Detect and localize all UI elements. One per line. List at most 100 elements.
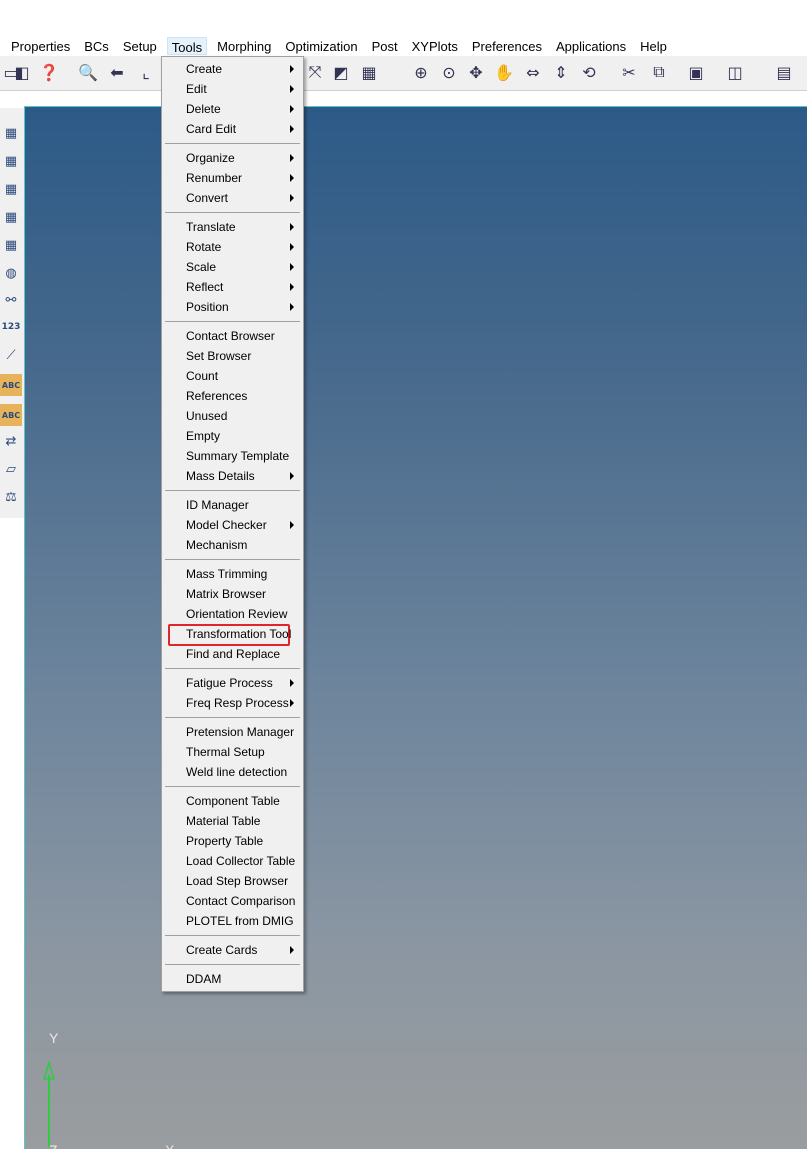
zoom-window-icon[interactable]: 🔍 bbox=[77, 61, 99, 83]
menu-tools[interactable]: Tools bbox=[166, 37, 208, 55]
mesh-sphere-icon[interactable]: ◍ bbox=[0, 262, 22, 284]
menu-item-position[interactable]: Position bbox=[163, 297, 302, 317]
menu-optimization[interactable]: Optimization bbox=[281, 37, 361, 55]
menu-item-label: Freq Resp Process bbox=[186, 696, 289, 710]
menu-item-mass-trimming[interactable]: Mass Trimming bbox=[163, 564, 302, 584]
menu-item-mass-details[interactable]: Mass Details bbox=[163, 466, 302, 486]
menu-separator bbox=[165, 490, 300, 491]
menu-item-organize[interactable]: Organize bbox=[163, 148, 302, 168]
menu-item-fatigue-process[interactable]: Fatigue Process bbox=[163, 673, 302, 693]
axis-icon[interactable]: ⌞ bbox=[135, 61, 157, 83]
menu-item-unused[interactable]: Unused bbox=[163, 406, 302, 426]
menu-item-card-edit[interactable]: Card Edit bbox=[163, 119, 302, 139]
menu-item-label: Weld line detection bbox=[186, 765, 288, 779]
menu-properties[interactable]: Properties bbox=[7, 37, 74, 55]
mesh-icon[interactable]: ▦ bbox=[0, 122, 22, 144]
zoom-in-icon[interactable]: ⊕ bbox=[410, 61, 432, 83]
hand-icon[interactable]: ✋ bbox=[493, 61, 515, 83]
menu-preferences[interactable]: Preferences bbox=[468, 37, 546, 55]
menu-item-matrix-browser[interactable]: Matrix Browser bbox=[163, 584, 302, 604]
menu-item-pretension-manager[interactable]: Pretension Manager bbox=[163, 722, 302, 742]
menu-item-create[interactable]: Create bbox=[163, 59, 302, 79]
menu-item-component-table[interactable]: Component Table bbox=[163, 791, 302, 811]
menu-item-material-table[interactable]: Material Table bbox=[163, 811, 302, 831]
menu-xyplots[interactable]: XYPlots bbox=[408, 37, 462, 55]
surface-icon[interactable]: ▱ bbox=[0, 458, 22, 480]
menu-item-property-table[interactable]: Property Table bbox=[163, 831, 302, 851]
menu-item-load-collector-table[interactable]: Load Collector Table bbox=[163, 851, 302, 871]
mesh-grid-icon[interactable]: ▦ bbox=[0, 206, 22, 228]
submenu-arrow-icon bbox=[290, 472, 294, 480]
menu-item-contact-comparison[interactable]: Contact Comparison bbox=[163, 891, 302, 911]
menu-item-create-cards[interactable]: Create Cards bbox=[163, 940, 302, 960]
menu-item-count[interactable]: Count bbox=[163, 366, 302, 386]
horizontal-arrows-icon[interactable]: ⇔ bbox=[522, 61, 544, 83]
measure-icon[interactable]: ⟋ bbox=[0, 344, 22, 366]
back-arrow-icon[interactable]: ⬅ bbox=[106, 61, 128, 83]
transform-icon[interactable]: ⇄ bbox=[0, 430, 22, 452]
mesh-edit-icon[interactable]: ▦ bbox=[0, 178, 22, 200]
submenu-arrow-icon bbox=[290, 174, 294, 182]
abc-edit-icon[interactable]: ABC bbox=[0, 404, 22, 426]
menu-item-weld-line-detection[interactable]: Weld line detection bbox=[163, 762, 302, 782]
menu-item-set-browser[interactable]: Set Browser bbox=[163, 346, 302, 366]
mesh-delete-icon[interactable]: ▦ bbox=[0, 150, 22, 172]
menu-item-label: Create Cards bbox=[186, 943, 258, 957]
menu-item-contact-browser[interactable]: Contact Browser bbox=[163, 326, 302, 346]
menu-item-transformation-tool[interactable]: Transformation Tool bbox=[163, 624, 302, 644]
menu-item-thermal-setup[interactable]: Thermal Setup bbox=[163, 742, 302, 762]
mass-icon[interactable]: ⚖ bbox=[0, 486, 22, 508]
zoom-fit-icon[interactable]: ⊙ bbox=[438, 61, 460, 83]
menu-help[interactable]: Help bbox=[636, 37, 671, 55]
menu-item-orientation-review[interactable]: Orientation Review bbox=[163, 604, 302, 624]
menu-item-summary-template[interactable]: Summary Template bbox=[163, 446, 302, 466]
menu-item-translate[interactable]: Translate bbox=[163, 217, 302, 237]
graphics-viewport[interactable]: Y Z X bbox=[24, 106, 807, 1149]
view-xyz-icon[interactable]: ⤧ bbox=[304, 61, 326, 83]
numbering-icon[interactable]: 123 bbox=[0, 316, 22, 338]
menu-bcs[interactable]: BCs bbox=[80, 37, 113, 55]
menu-item-reflect[interactable]: Reflect bbox=[163, 277, 302, 297]
vertical-arrows-icon[interactable]: ⇕ bbox=[550, 61, 572, 83]
menu-item-ddam[interactable]: DDAM bbox=[163, 969, 302, 989]
model-icon[interactable]: ▤ bbox=[773, 61, 795, 83]
menu-item-freq-resp-process[interactable]: Freq Resp Process bbox=[163, 693, 302, 713]
submenu-arrow-icon bbox=[290, 85, 294, 93]
menu-item-references[interactable]: References bbox=[163, 386, 302, 406]
menu-item-convert[interactable]: Convert bbox=[163, 188, 302, 208]
cut-icon[interactable]: ✂ bbox=[618, 61, 640, 83]
menu-item-load-step-browser[interactable]: Load Step Browser bbox=[163, 871, 302, 891]
menu-item-model-checker[interactable]: Model Checker bbox=[163, 515, 302, 535]
menu-item-edit[interactable]: Edit bbox=[163, 79, 302, 99]
menu-applications[interactable]: Applications bbox=[552, 37, 630, 55]
menu-item-label: Set Browser bbox=[186, 349, 252, 363]
menu-item-delete[interactable]: Delete bbox=[163, 99, 302, 119]
layout-icon[interactable]: ◧ bbox=[11, 61, 33, 83]
menu-item-find-and-replace[interactable]: Find and Replace bbox=[163, 644, 302, 664]
menu-post[interactable]: Post bbox=[368, 37, 402, 55]
menu-item-rotate[interactable]: Rotate bbox=[163, 237, 302, 257]
menu-item-label: Summary Template bbox=[186, 449, 290, 463]
menu-item-label: Organize bbox=[186, 151, 235, 165]
clipboard-icon[interactable]: ◫ bbox=[724, 61, 746, 83]
menu-item-empty[interactable]: Empty bbox=[163, 426, 302, 446]
display-icon[interactable]: ◩ bbox=[330, 61, 352, 83]
help-icon[interactable]: ❓ bbox=[38, 61, 60, 83]
visibility-icon[interactable]: ▦ bbox=[358, 61, 380, 83]
menu-item-renumber[interactable]: Renumber bbox=[163, 168, 302, 188]
pan-icon[interactable]: ✥ bbox=[465, 61, 487, 83]
menu-item-label: Pretension Manager bbox=[186, 725, 295, 739]
submenu-arrow-icon bbox=[290, 194, 294, 202]
menu-item-id-manager[interactable]: ID Manager bbox=[163, 495, 302, 515]
menu-setup[interactable]: Setup bbox=[119, 37, 161, 55]
mesh-select-icon[interactable]: ▦ bbox=[0, 234, 22, 256]
menu-item-plotel-from-dmig[interactable]: PLOTEL from DMIG bbox=[163, 911, 302, 931]
menu-item-scale[interactable]: Scale bbox=[163, 257, 302, 277]
copy-icon[interactable]: ⧉ bbox=[648, 61, 670, 83]
menu-item-mechanism[interactable]: Mechanism bbox=[163, 535, 302, 555]
abc-label-icon[interactable]: ABC bbox=[0, 374, 22, 396]
rotate-icon[interactable]: ⟲ bbox=[578, 61, 600, 83]
menu-morphing[interactable]: Morphing bbox=[213, 37, 275, 55]
paste-icon[interactable]: ▣ bbox=[685, 61, 707, 83]
binoculars-icon[interactable]: ⚯ bbox=[0, 289, 22, 311]
